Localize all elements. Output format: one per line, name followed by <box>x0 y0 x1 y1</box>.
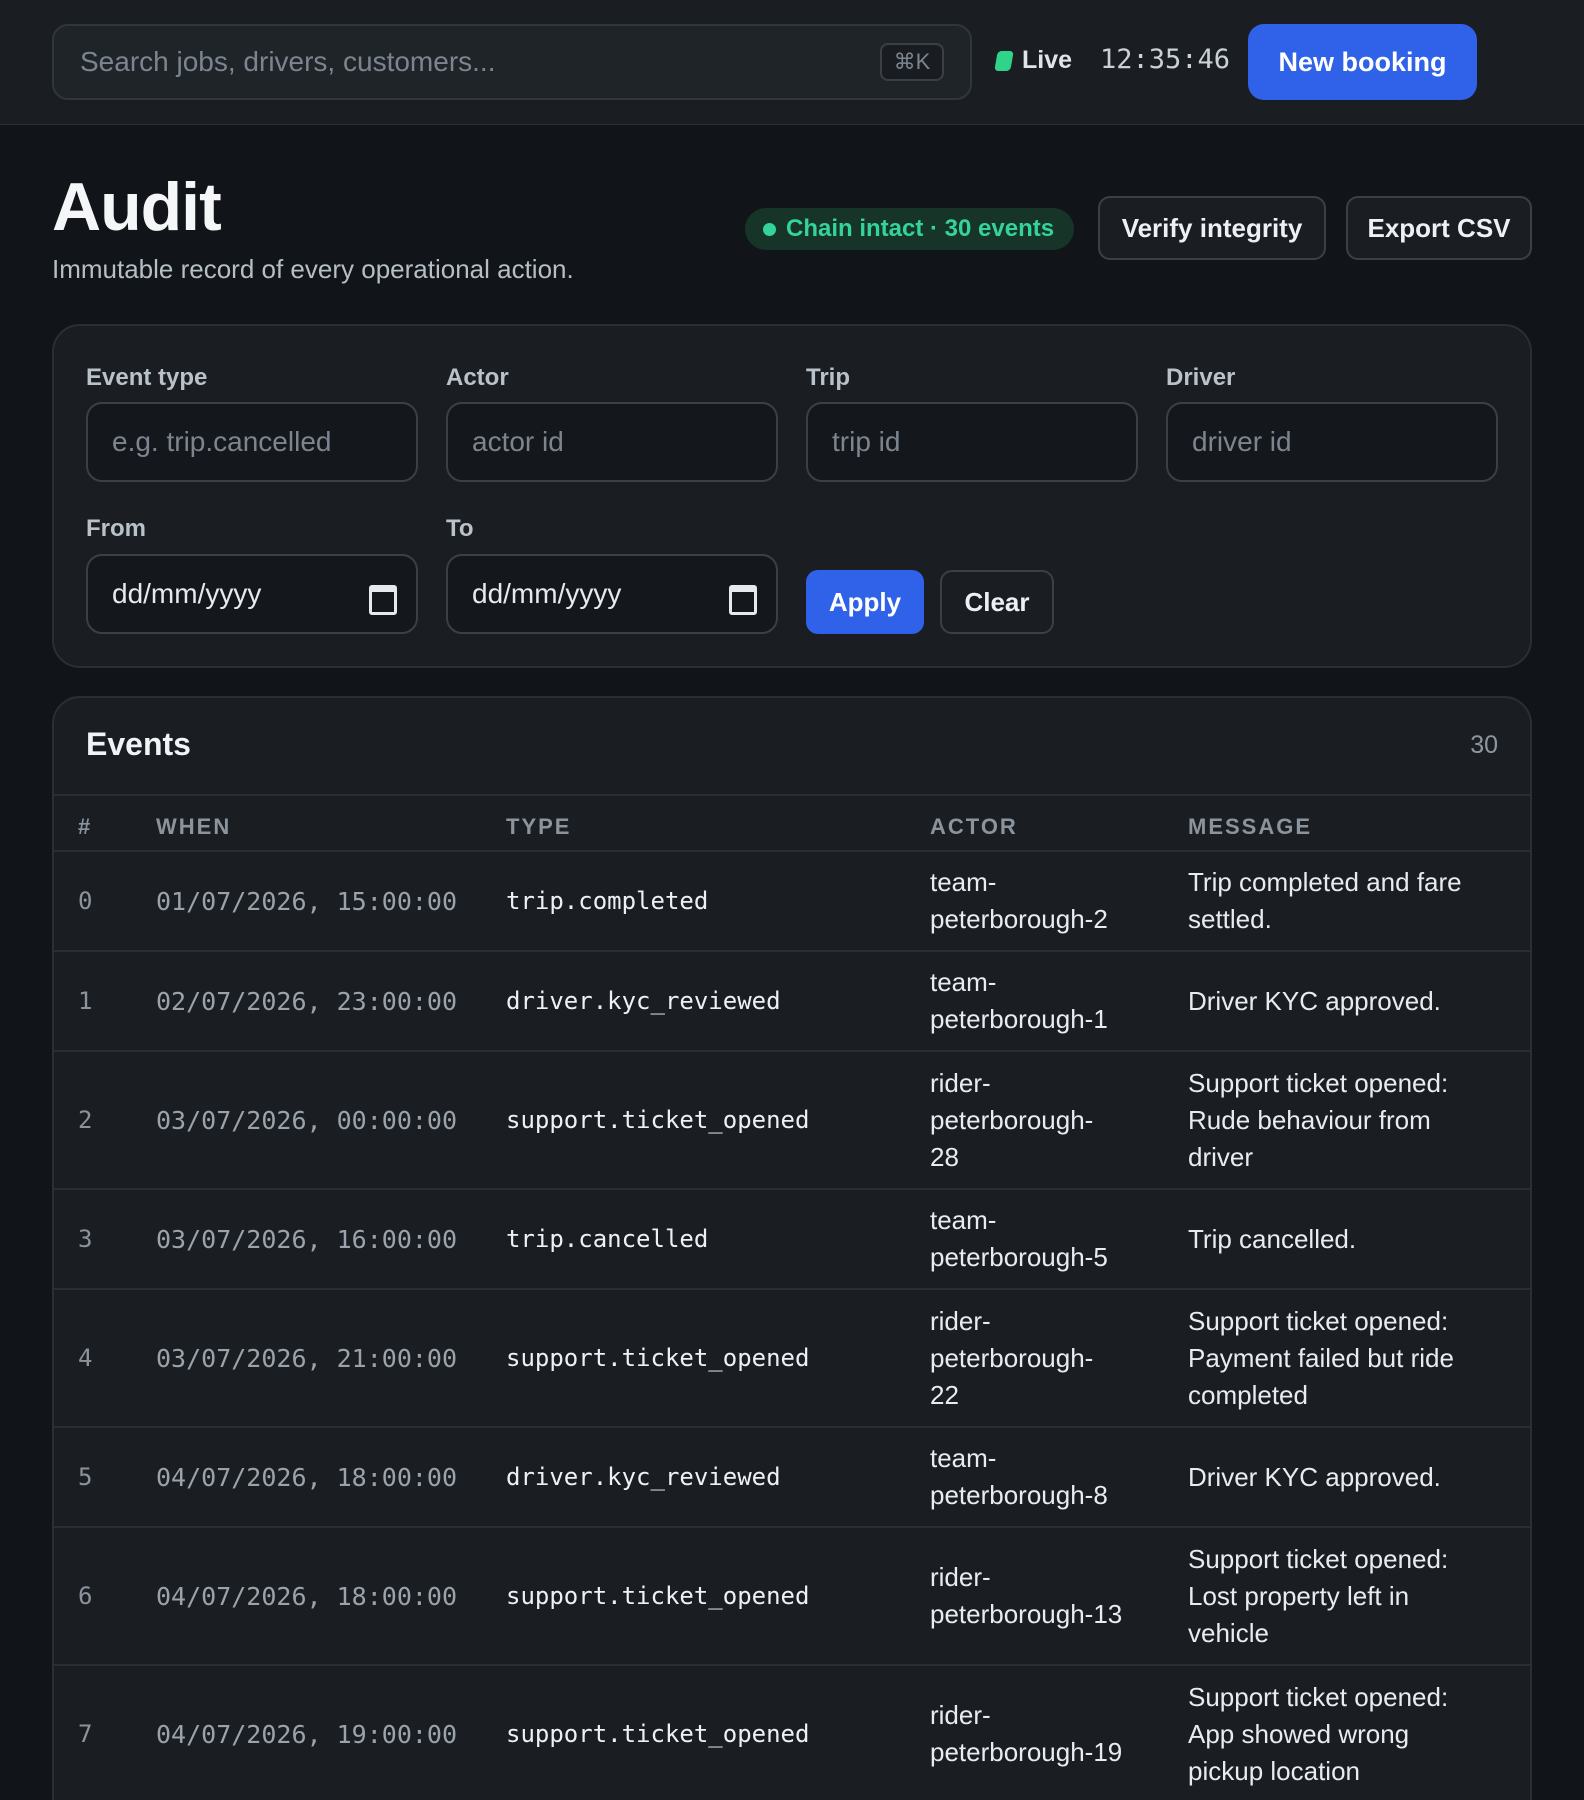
table-row[interactable]: 7 04/07/2026, 19:00:00 support.ticket_open… <box>54 1666 1530 1800</box>
table-row[interactable]: 0 01/07/2026, 15:00:00 trip.completed team-… <box>54 852 1530 952</box>
trip-input[interactable]: trip id <box>806 402 1138 482</box>
search-placeholder: Search jobs, drivers, customers... <box>80 46 496 77</box>
row-when: 04/07/2026, 18:00:00 <box>156 1462 458 1492</box>
from-date-value: dd/mm/yyyy <box>112 578 262 609</box>
row-index: 3 <box>78 1225 93 1253</box>
page-subtitle: Immutable record of every operational ac… <box>52 254 574 284</box>
live-status-icon <box>994 50 1014 71</box>
events-title: Events <box>86 726 191 762</box>
event-type-label: Event type <box>86 364 208 391</box>
driver-input[interactable]: driver id <box>1166 402 1498 482</box>
row-actor: team- peterborough-8 <box>930 1443 1108 1510</box>
row-index: 5 <box>78 1463 93 1491</box>
row-type: support.ticket_opened <box>506 1720 810 1748</box>
row-type: trip.completed <box>506 887 709 915</box>
column-header-message: MESSAGE <box>1188 814 1313 839</box>
apply-button[interactable]: Apply <box>806 570 924 634</box>
actor-label: Actor <box>446 364 509 391</box>
column-header-actor: ACTOR <box>930 814 1018 839</box>
driver-label: Driver <box>1166 364 1236 391</box>
top-bar: Search jobs, drivers, customers... ⌘K Li… <box>0 0 1584 125</box>
column-header-when: WHEN <box>156 814 232 839</box>
calendar-icon[interactable] <box>728 582 757 615</box>
table-row[interactable]: 2 03/07/2026, 00:00:00 support.ticket_open… <box>54 1052 1530 1190</box>
page-title: Audit <box>52 169 222 245</box>
table-row[interactable]: 5 04/07/2026, 18:00:00 driver.kyc_reviewed… <box>54 1428 1530 1528</box>
row-index: 4 <box>78 1344 93 1372</box>
to-label: To <box>446 515 474 542</box>
row-message: Driver KYC approved. <box>1188 985 1441 1016</box>
row-actor: rider- peterborough- 28 <box>930 1067 1094 1172</box>
row-type: driver.kyc_reviewed <box>506 987 781 1015</box>
verify-integrity-button[interactable]: Verify integrity <box>1098 196 1326 260</box>
to-date-value: dd/mm/yyyy <box>472 578 622 609</box>
table-row[interactable]: 6 04/07/2026, 18:00:00 support.ticket_open… <box>54 1528 1530 1666</box>
trip-label: Trip <box>806 364 851 391</box>
from-label: From <box>86 515 146 542</box>
row-when: 03/07/2026, 21:00:00 <box>156 1343 458 1373</box>
events-table-body: 0 01/07/2026, 15:00:00 trip.completed team-… <box>54 852 1530 1800</box>
row-when: 03/07/2026, 16:00:00 <box>156 1224 458 1254</box>
row-index: 0 <box>78 887 93 915</box>
column-header-type: TYPE <box>506 814 572 839</box>
column-header-num: # <box>78 814 93 839</box>
row-when: 04/07/2026, 18:00:00 <box>156 1581 458 1611</box>
row-type: driver.kyc_reviewed <box>506 1463 781 1491</box>
live-indicator: Live <box>994 46 1073 75</box>
chain-status-text: Chain intact · 30 events <box>786 215 1055 242</box>
row-when: 01/07/2026, 15:00:00 <box>156 886 458 916</box>
table-row[interactable]: 1 02/07/2026, 23:00:00 driver.kyc_reviewed… <box>54 952 1530 1052</box>
row-actor: rider- peterborough-19 <box>930 1700 1123 1767</box>
clock: 12:35:46 <box>1100 44 1231 75</box>
new-booking-button[interactable]: New booking <box>1248 24 1477 100</box>
search-shortcut-hint: ⌘K <box>880 43 944 81</box>
search-input[interactable]: Search jobs, drivers, customers... ⌘K <box>52 24 972 100</box>
row-type: support.ticket_opened <box>506 1106 810 1134</box>
chain-status-badge: Chain intact · 30 events <box>745 208 1075 250</box>
row-index: 1 <box>78 987 93 1015</box>
row-message: Support ticket opened: Payment failed bu… <box>1188 1305 1454 1410</box>
live-label: Live <box>1022 46 1073 74</box>
status-dot-icon <box>763 222 776 236</box>
row-actor: rider- peterborough-13 <box>930 1562 1123 1629</box>
row-type: trip.cancelled <box>506 1225 709 1253</box>
row-index: 7 <box>78 1720 93 1748</box>
row-message: Trip cancelled. <box>1188 1223 1357 1254</box>
row-when: 04/07/2026, 19:00:00 <box>156 1719 458 1749</box>
row-message: Driver KYC approved. <box>1188 1461 1441 1492</box>
row-type: support.ticket_opened <box>506 1582 810 1610</box>
events-count: 30 <box>1470 731 1498 759</box>
export-csv-button[interactable]: Export CSV <box>1346 196 1532 260</box>
row-type: support.ticket_opened <box>506 1344 810 1372</box>
row-actor: rider- peterborough- 22 <box>930 1305 1094 1410</box>
events-table-header: # WHEN TYPE ACTOR MESSAGE <box>54 794 1530 852</box>
row-index: 2 <box>78 1106 93 1134</box>
row-index: 6 <box>78 1582 93 1610</box>
row-actor: team- peterborough-2 <box>930 867 1108 934</box>
actor-input[interactable]: actor id <box>446 402 778 482</box>
event-type-input[interactable]: e.g. trip.cancelled <box>86 402 418 482</box>
table-row[interactable]: 4 03/07/2026, 21:00:00 support.ticket_open… <box>54 1290 1530 1428</box>
row-when: 03/07/2026, 00:00:00 <box>156 1105 458 1135</box>
row-actor: team- peterborough-5 <box>930 1205 1108 1272</box>
clear-button[interactable]: Clear <box>940 570 1054 634</box>
row-message: Support ticket opened: Lost property lef… <box>1188 1543 1449 1648</box>
row-message: Support ticket opened: Rude behaviour fr… <box>1188 1067 1449 1172</box>
calendar-icon[interactable] <box>368 582 397 615</box>
row-message: Support ticket opened: App showed wrong … <box>1188 1681 1449 1786</box>
row-when: 02/07/2026, 23:00:00 <box>156 986 458 1016</box>
row-actor: team- peterborough-1 <box>930 967 1108 1034</box>
row-message: Trip completed and fare settled. <box>1188 867 1462 934</box>
from-date-input[interactable]: dd/mm/yyyy <box>86 554 418 634</box>
table-row[interactable]: 3 03/07/2026, 16:00:00 trip.cancelled team-… <box>54 1190 1530 1290</box>
to-date-input[interactable]: dd/mm/yyyy <box>446 554 778 634</box>
